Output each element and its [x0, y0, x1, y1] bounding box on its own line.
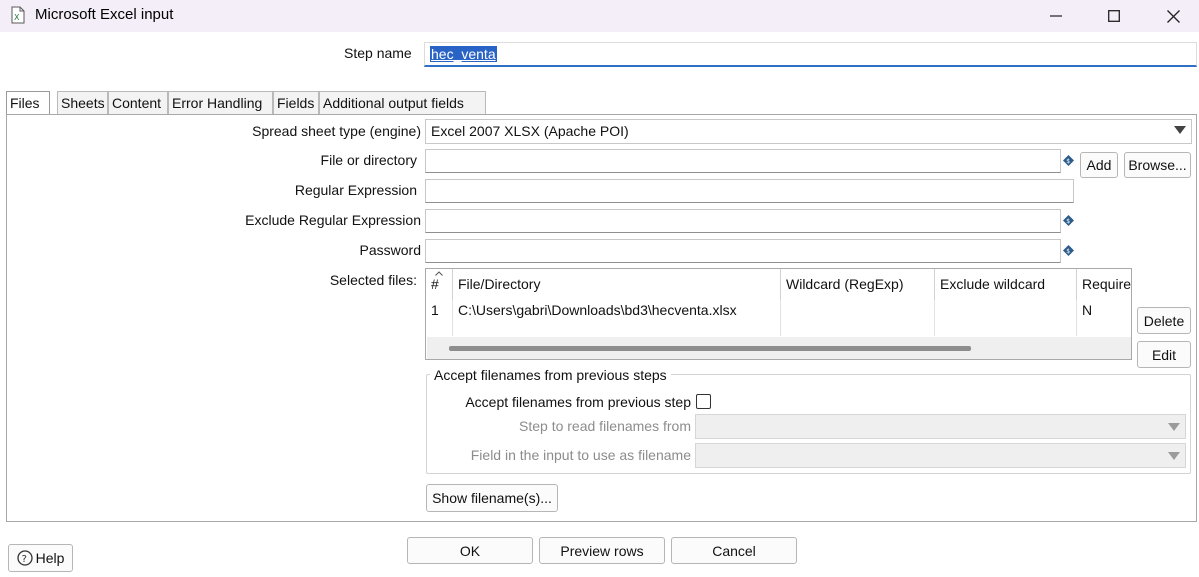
chevron-down-icon — [1174, 126, 1186, 134]
table-empty-cell — [781, 322, 935, 336]
spreadsheet-type-label: Spread sheet type (engine) — [252, 123, 421, 139]
svg-text:$: $ — [1066, 248, 1070, 255]
excel-app-icon: X — [11, 6, 25, 24]
tab-fields-label: Fields — [277, 95, 315, 111]
scrollbar-thumb[interactable] — [449, 346, 971, 351]
minimize-icon — [1050, 15, 1062, 17]
tab-error-handling[interactable]: Error Handling — [168, 91, 273, 115]
exclude-regex-input[interactable] — [425, 209, 1061, 233]
svg-text:X: X — [14, 13, 20, 22]
svg-text:$: $ — [1066, 218, 1070, 225]
variable-icon: $ — [1063, 155, 1074, 166]
file-or-directory-label: File or directory — [320, 152, 417, 168]
ok-button[interactable]: OK — [407, 537, 533, 564]
close-button[interactable] — [1143, 0, 1199, 32]
chevron-down-icon — [1168, 452, 1180, 460]
step-name-input[interactable]: hec_venta — [424, 42, 1197, 67]
help-button[interactable]: ? Help — [8, 544, 73, 572]
table-cell-num[interactable]: 1 — [426, 300, 453, 322]
accept-filenames-group-title: Accept filenames from previous steps — [430, 367, 671, 383]
tab-content-label: Content — [112, 95, 162, 111]
regex-label: Regular Expression — [294, 182, 417, 198]
minimize-button[interactable] — [1026, 0, 1086, 32]
step-name-label: Step name — [344, 45, 412, 61]
column-header-exclude[interactable]: Exclude wildcard — [935, 269, 1077, 300]
column-header-file[interactable]: File/Directory — [453, 269, 781, 300]
table-empty-cell — [453, 322, 781, 336]
selected-files-table: # File/Directory Wildcard (RegExp) Exclu… — [425, 268, 1132, 360]
edit-button[interactable]: Edit — [1137, 341, 1191, 368]
svg-text:?: ? — [21, 554, 26, 565]
title-bar — [0, 0, 1199, 32]
tab-additional-output-fields[interactable]: Additional output fields — [319, 91, 486, 115]
cancel-button[interactable]: Cancel — [671, 537, 797, 564]
maximize-button[interactable] — [1084, 0, 1144, 32]
table-cell-exclude[interactable] — [935, 300, 1077, 322]
tab-sheets-label: Sheets — [61, 95, 105, 111]
spreadsheet-type-value: Excel 2007 XLSX (Apache POI) — [431, 123, 629, 139]
table-cell-wildcard[interactable] — [781, 300, 935, 322]
add-button[interactable]: Add — [1080, 152, 1118, 178]
show-filenames-button[interactable]: Show filename(s)... — [426, 484, 558, 512]
file-or-directory-input[interactable] — [425, 149, 1061, 173]
password-label: Password — [359, 242, 421, 258]
close-icon — [1166, 9, 1180, 23]
svg-text:$: $ — [1066, 158, 1070, 165]
step-to-read-select[interactable] — [695, 414, 1186, 439]
tab-files[interactable]: Files — [6, 91, 50, 115]
tab-error-handling-label: Error Handling — [172, 95, 263, 111]
tab-content[interactable]: Content — [108, 91, 168, 115]
password-input[interactable] — [425, 239, 1061, 263]
help-label: Help — [35, 550, 65, 566]
spreadsheet-type-select[interactable]: Excel 2007 XLSX (Apache POI) — [425, 119, 1192, 144]
table-cell-required[interactable]: N — [1077, 300, 1131, 322]
step-name-value: hec_venta — [430, 46, 497, 62]
browse-button[interactable]: Browse... — [1124, 152, 1191, 178]
field-input-select[interactable] — [695, 443, 1186, 468]
help-icon: ? — [16, 550, 33, 566]
field-input-label: Field in the input to use as filename — [470, 447, 691, 463]
column-header-num-label: # — [431, 276, 439, 292]
accept-filenames-checkbox[interactable] — [696, 394, 711, 409]
variable-icon: $ — [1063, 245, 1074, 256]
variable-icon: $ — [1063, 215, 1074, 226]
accept-filenames-label: Accept filenames from previous step — [465, 394, 691, 410]
exclude-regex-label: Exclude Regular Expression — [245, 212, 421, 228]
selected-files-label: Selected files: — [329, 272, 417, 288]
sort-up-icon — [435, 271, 443, 276]
table-empty-cell — [426, 322, 453, 336]
window-title: Microsoft Excel input — [35, 6, 174, 23]
table-cell-file[interactable]: C:\Users\gabri\Downloads\bd3\hecventa.xl… — [453, 300, 781, 322]
step-to-read-label: Step to read filenames from — [519, 418, 691, 434]
preview-rows-button[interactable]: Preview rows — [539, 537, 665, 564]
table-horizontal-scrollbar[interactable] — [427, 337, 1131, 359]
column-header-required[interactable]: Require — [1077, 269, 1131, 300]
tab-files-label: Files — [10, 95, 40, 111]
column-header-num[interactable]: # — [426, 269, 453, 300]
tab-fields[interactable]: Fields — [273, 91, 319, 115]
regex-input[interactable] — [425, 179, 1074, 203]
maximize-icon — [1108, 10, 1120, 22]
column-header-wildcard[interactable]: Wildcard (RegExp) — [781, 269, 935, 300]
tab-sheets[interactable]: Sheets — [57, 91, 108, 115]
chevron-down-icon — [1168, 423, 1180, 431]
tab-additional-output-fields-label: Additional output fields — [323, 95, 464, 111]
table-empty-cell — [935, 322, 1077, 336]
delete-button[interactable]: Delete — [1137, 307, 1191, 334]
